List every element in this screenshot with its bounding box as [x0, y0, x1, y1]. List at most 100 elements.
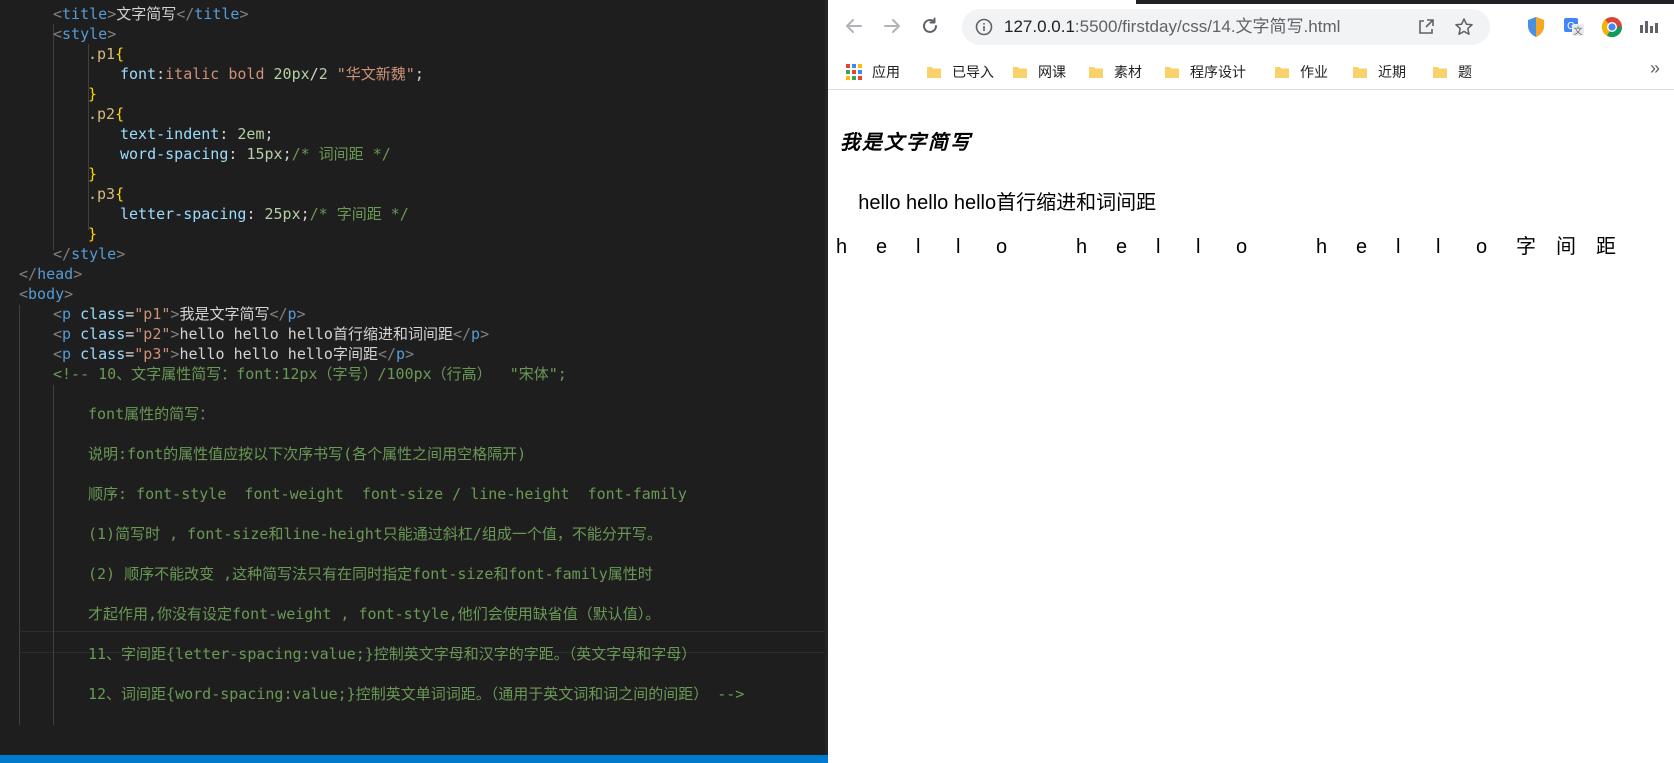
code-token: (1)简写时 , font-size和line-height只能通过斜杠/组成一… [88, 525, 662, 543]
code-token: </ [377, 345, 397, 363]
code-editor[interactable]: <title>文字简写</title> <style> .p1{font:itali… [0, 0, 828, 763]
site-info-icon[interactable] [974, 17, 994, 37]
code-token: : [219, 125, 238, 143]
bookmark-folder-questions[interactable]: 题 [1432, 60, 1472, 84]
p3-char: l [1396, 236, 1401, 258]
code-line[interactable]: } [88, 163, 97, 185]
bookmark-label: 素材 [1114, 64, 1142, 80]
back-button[interactable] [838, 10, 870, 42]
share-icon[interactable] [1416, 17, 1436, 37]
code-token: > [405, 345, 415, 363]
bookmark-label: 作业 [1300, 64, 1328, 80]
code-token: title [194, 5, 240, 23]
code-token: style [71, 245, 117, 263]
code-token: /* 词间距 */ [291, 145, 391, 163]
address-url[interactable]: 127.0.0.1:5500/firstday/css/14.文字简写.html [1004, 9, 1340, 45]
code-line[interactable]: .p2{ [88, 103, 124, 125]
code-line[interactable]: <body> [19, 283, 73, 305]
code-token: 说明:font的属性值应按以下次序书写(各个属性之间用空格隔开) [88, 445, 527, 463]
code-token: < [53, 345, 63, 363]
code-line[interactable]: font:italic bold 20px/2 "华文新魏"; [120, 63, 424, 85]
code-token: 11、字间距{letter-spacing:value;}控制英文字母和汉字的字… [88, 645, 697, 663]
code-token: </ [19, 265, 38, 283]
code-line[interactable]: 12、词间距{word-spacing:value;}控制英文单词词距。（通用于… [88, 683, 744, 705]
code-token: { [115, 105, 125, 123]
translate-icon[interactable]: G文 [1562, 15, 1586, 39]
bookmark-folder-recent[interactable]: 近期 [1352, 60, 1406, 84]
chrome-color-icon[interactable] [1600, 15, 1624, 39]
code-token: 才起作用,你没有设定font-weight , font-style,他们会使用… [88, 605, 661, 623]
arrow-left-icon [846, 19, 862, 33]
code-token: <!-- 10、文字属性简写：font:12px（字号）/100px（行高） "… [53, 365, 567, 383]
code-token: } [88, 165, 98, 183]
code-token: : [156, 65, 166, 83]
code-line[interactable]: <p class="p2">hello hello hello首行缩进和词间距<… [53, 323, 489, 345]
apps-grid-icon [846, 64, 862, 80]
code-line[interactable]: 11、字间距{letter-spacing:value;}控制英文字母和汉字的字… [88, 643, 696, 665]
code-line[interactable]: 顺序: font-style font-weight font-size / l… [88, 483, 687, 505]
bookmark-folder-imported[interactable]: 已导入 [926, 60, 994, 84]
code-line[interactable]: text-indent: 2em; [120, 123, 274, 145]
code-line[interactable]: .p3{ [88, 183, 124, 205]
code-token: .p3 [88, 185, 116, 203]
code-line[interactable]: <title>文字简写</title> [53, 3, 248, 25]
window-top-strip [1136, 0, 1674, 4]
code-token: p [62, 325, 72, 343]
code-line[interactable]: <p class="p1">我是文字简写</p> [53, 303, 306, 325]
code-line[interactable]: <style> [53, 23, 116, 45]
code-token: class [71, 305, 126, 323]
code-line[interactable]: } [88, 83, 97, 105]
code-line[interactable]: font属性的简写： [88, 403, 214, 425]
code-line[interactable]: .p1{ [88, 43, 124, 65]
p3-char: l [916, 236, 921, 258]
code-token: style [62, 25, 108, 43]
code-line[interactable]: word-spacing: 15px;/* 词间距 */ [120, 143, 391, 165]
code-line[interactable]: <!-- 10、文字属性简写：font:12px（字号）/100px（行高） "… [53, 363, 567, 385]
bookmarks-more-button[interactable]: » [1650, 58, 1660, 79]
code-token: < [53, 325, 63, 343]
code-line[interactable]: </style> [53, 243, 125, 265]
indent-guide [53, 385, 54, 725]
address-bar[interactable]: 127.0.0.1:5500/firstday/css/14.文字简写.html [962, 9, 1490, 45]
code-token: ; [264, 125, 274, 143]
code-token: = [125, 345, 135, 363]
code-line[interactable]: 才起作用,你没有设定font-weight , font-style,他们会使用… [88, 603, 660, 625]
bookmarks-bar: 应用 已导入 网课 素材 程序设计 作业 近期 题 » [828, 54, 1674, 90]
code-token: font属性的简写： [88, 405, 215, 423]
extension-shield-icon[interactable] [1524, 15, 1548, 39]
code-token: > [116, 245, 126, 263]
code-line[interactable]: </head> [19, 263, 82, 285]
code-token: p [396, 345, 406, 363]
p3-char: h [1076, 236, 1088, 258]
p3-char: h [1316, 236, 1328, 258]
status-bar [0, 755, 828, 763]
code-token: p [62, 305, 72, 323]
folder-icon [1013, 67, 1027, 78]
bookmark-folder-homework[interactable]: 作业 [1274, 60, 1328, 84]
bookmark-folder-programming[interactable]: 程序设计 [1164, 60, 1246, 84]
reload-button[interactable] [914, 10, 946, 42]
stats-icon[interactable] [1636, 15, 1660, 39]
code-token: < [19, 285, 29, 303]
code-line[interactable]: letter-spacing: 25px;/* 字间距 */ [120, 203, 409, 225]
p3-char: l [1436, 236, 1441, 258]
bookmark-folder-materials[interactable]: 素材 [1088, 60, 1142, 84]
code-token: = [125, 305, 135, 323]
bookmark-label: 网课 [1038, 64, 1066, 80]
forward-button[interactable] [876, 10, 908, 42]
p3-char: o [1476, 236, 1488, 258]
bookmark-label: 题 [1458, 64, 1472, 80]
code-token: </ [452, 325, 472, 343]
code-token: < [53, 5, 63, 23]
code-line[interactable]: (1)简写时 , font-size和line-height只能通过斜杠/组成一… [88, 523, 662, 545]
code-line[interactable]: 说明:font的属性值应按以下次序书写(各个属性之间用空格隔开) [88, 443, 526, 465]
code-line[interactable]: (2) 顺序不能改变 ,这种简写法只有在同时指定font-size和font-f… [88, 563, 653, 585]
bookmark-apps[interactable]: 应用 [846, 60, 900, 84]
code-line[interactable]: <p class="p3">hello hello hello字间距</p> [53, 343, 414, 365]
p3-char: 距 [1596, 236, 1616, 258]
code-token: (2) 顺序不能改变 ,这种简写法只有在同时指定font-size和font-f… [88, 565, 653, 583]
star-icon[interactable] [1454, 17, 1474, 37]
code-line[interactable]: } [88, 223, 97, 245]
bookmark-folder-courses[interactable]: 网课 [1012, 60, 1066, 84]
folder-icon [1165, 67, 1179, 78]
